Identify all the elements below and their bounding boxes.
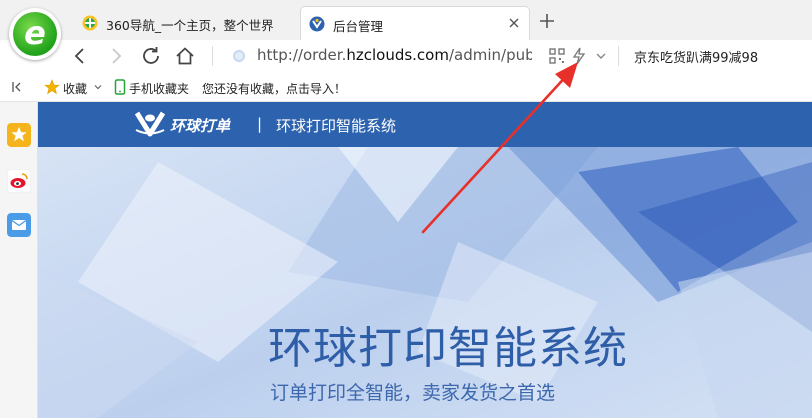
lightning-icon[interactable] [567, 44, 591, 68]
brand-subtitle: 环球打印智能系统 [276, 117, 397, 135]
mobile-favorites-link[interactable]: 手机收藏夹 [129, 80, 189, 97]
new-tab-icon[interactable] [538, 12, 556, 30]
close-icon[interactable] [507, 16, 521, 30]
forward-icon[interactable] [104, 44, 128, 68]
divider [618, 46, 619, 66]
site-info-icon[interactable] [233, 50, 245, 62]
star-icon [44, 79, 60, 95]
favorites-menu[interactable]: 收藏 [63, 80, 87, 97]
weibo-icon[interactable] [7, 169, 31, 193]
browser-logo[interactable]: e [9, 8, 61, 60]
import-favorites-link[interactable]: 您还没有收藏，点击导入！ [202, 80, 346, 97]
mobile-phone-icon [114, 79, 126, 95]
tab-title: 后台管理 [333, 19, 384, 34]
mail-icon[interactable] [7, 213, 31, 237]
browser-sidebar [0, 102, 38, 418]
bookmarks-bar: 收藏 手机收藏夹 您还没有收藏，点击导入！ [0, 72, 812, 102]
search-suggestion[interactable]: 京东吃货趴满99减98 [634, 47, 758, 66]
brand-logo-icon [134, 111, 166, 137]
hero-title: 环球打印智能系统 [268, 323, 628, 374]
home-icon[interactable] [173, 44, 197, 68]
360-icon [82, 15, 98, 31]
hero-subtitle: 订单打印全智能，卖家发货之首选 [270, 382, 556, 404]
back-icon[interactable] [68, 44, 92, 68]
chevron-down-icon[interactable] [93, 82, 103, 92]
divider [212, 46, 213, 66]
nav-toolbar: http://order.hzclouds.com/admin/pub/lc 京… [0, 40, 812, 72]
web-page: 环球打单 | 环球打印智能系统 环球打印智能系统 订单打印全智能，卖家发货之首选 [38, 102, 812, 418]
tab-360-nav[interactable]: 360导航_一个主页，整个世界 [74, 6, 296, 40]
brand-name: 环球打单 [170, 117, 231, 135]
tab-title: 360导航_一个主页，整个世界 [106, 18, 274, 33]
tab-strip: 360导航_一个主页，整个世界 后台管理 [0, 0, 812, 40]
url-domain: hzclouds.com [346, 46, 449, 64]
browser-logo-icon: e [13, 12, 57, 56]
favorites-icon[interactable] [7, 123, 31, 147]
address-bar[interactable]: http://order.hzclouds.com/admin/pub/lc [257, 46, 532, 64]
chevron-down-icon[interactable] [589, 44, 613, 68]
refresh-icon[interactable] [139, 44, 163, 68]
site-favicon-icon [309, 16, 325, 32]
tab-admin[interactable]: 后台管理 [300, 6, 530, 40]
site-header: 环球打单 | 环球打印智能系统 [38, 102, 812, 147]
sidebar-toggle-icon[interactable] [10, 80, 24, 94]
brand-separator: | [257, 115, 263, 133]
qr-code-icon[interactable] [545, 44, 569, 68]
